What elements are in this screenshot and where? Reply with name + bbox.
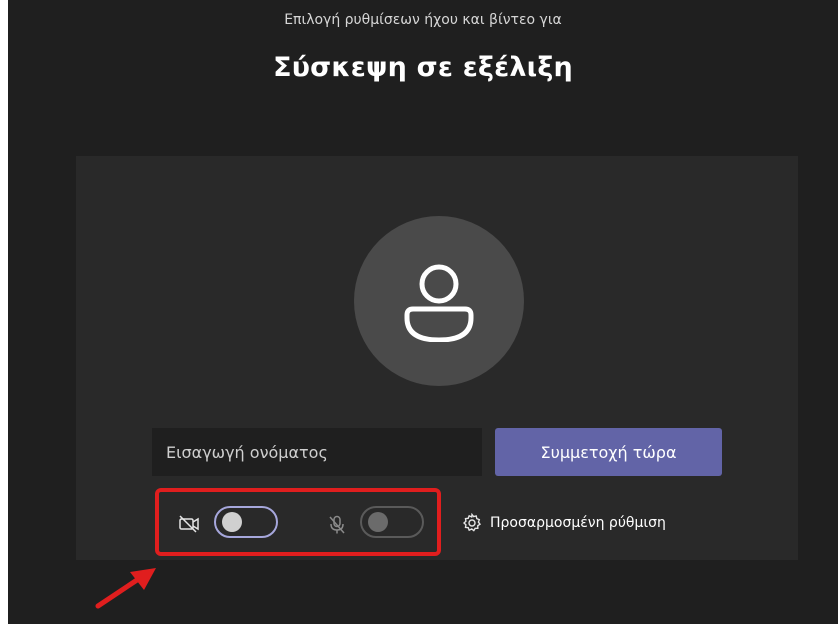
join-now-button[interactable]: Συμμετοχή τώρα: [495, 428, 722, 476]
annotation-arrow-icon: [95, 568, 156, 609]
person-icon: [404, 264, 474, 342]
name-input[interactable]: [152, 428, 482, 476]
page-subtitle: Επιλογή ρυθμίσεων ήχου και βίντεο για: [284, 12, 562, 28]
custom-setup-button[interactable]: Προσαρμοσμένη ρύθμιση: [462, 508, 666, 538]
annotation-highlight-box: [155, 488, 441, 556]
avatar: [354, 216, 524, 386]
gear-icon: [462, 513, 482, 532]
custom-setup-label: Προσαρμοσμένη ρύθμιση: [490, 515, 666, 531]
meeting-title: Σύσκεψη σε εξέλιξη: [273, 52, 573, 83]
